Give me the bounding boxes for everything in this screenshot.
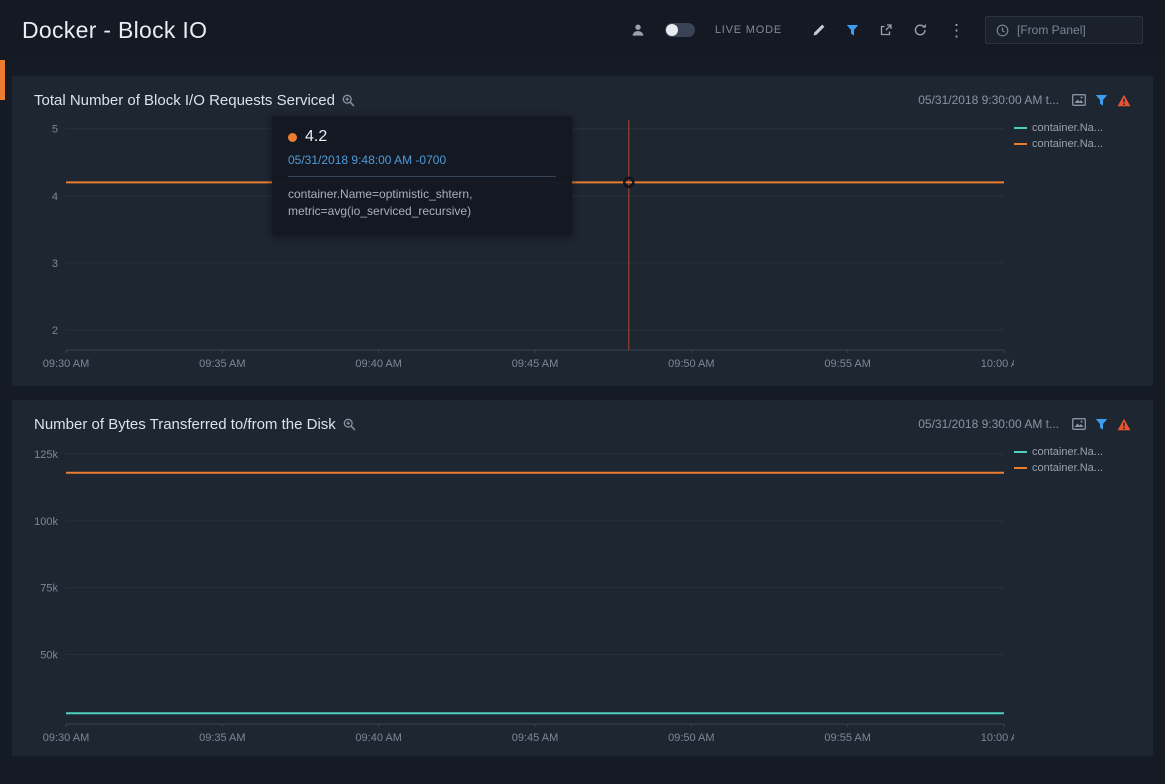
panel-title-text: Total Number of Block I/O Requests Servi…	[34, 92, 335, 109]
panel-header: Number of Bytes Transferred to/from the …	[34, 410, 1131, 438]
legend-label: container.Na...	[1032, 446, 1103, 458]
x-axis-tick-label: 10:00 AM	[981, 358, 1014, 370]
series-dot-icon	[288, 133, 297, 142]
legend-item[interactable]: container.Na...	[1014, 446, 1131, 458]
x-axis-tick-label: 09:55 AM	[824, 358, 870, 370]
chart-area[interactable]: 125k 100k 75k 50k 09:30 AM 09:35 AM 09:40 AM 09…	[34, 438, 1014, 755]
live-mode-label: LIVE MODE	[715, 24, 782, 36]
clock-icon	[996, 24, 1009, 37]
chart-tooltip: 4.2 05/31/2018 9:48:00 AM -0700 containe…	[272, 116, 572, 235]
refresh-icon[interactable]	[913, 23, 928, 37]
panel-title-text: Number of Bytes Transferred to/from the …	[34, 416, 336, 433]
x-axis-tick-label: 09:50 AM	[668, 732, 714, 744]
warning-icon[interactable]	[1117, 94, 1131, 107]
x-axis-tick-label: 09:35 AM	[199, 732, 245, 744]
filter-icon[interactable]	[1095, 418, 1108, 431]
x-axis-tick-label: 09:40 AM	[355, 732, 401, 744]
panel-time-range: 05/31/2018 9:30:00 AM t...	[918, 417, 1059, 431]
tooltip-details: container.Name=optimistic_shtern, metric…	[288, 186, 556, 221]
kebab-menu-icon[interactable]: ⋮	[948, 22, 965, 39]
legend-swatch	[1014, 467, 1027, 469]
legend-swatch	[1014, 451, 1027, 453]
time-scope-selector[interactable]: [From Panel]	[985, 16, 1143, 44]
x-axis-tick-label: 09:40 AM	[355, 358, 401, 370]
top-bar: Docker - Block IO LIVE MODE	[0, 0, 1165, 60]
x-axis-tick-label: 09:35 AM	[199, 358, 245, 370]
x-axis-tick-label: 10:00 AM	[981, 732, 1014, 744]
legend-swatch	[1014, 127, 1027, 129]
y-axis-tick-label: 2	[52, 325, 58, 337]
filter-icon[interactable]	[1095, 94, 1108, 107]
y-axis-tick-label: 75k	[40, 583, 58, 595]
live-mode-toggle[interactable]	[665, 23, 695, 37]
legend-label: container.Na...	[1032, 138, 1103, 150]
x-axis-tick-label: 09:55 AM	[824, 732, 870, 744]
time-scope-value: [From Panel]	[1017, 23, 1086, 37]
toggle-knob	[666, 24, 678, 36]
legend-item[interactable]: container.Na...	[1014, 138, 1131, 150]
panel-block-io-requests: Total Number of Block I/O Requests Servi…	[12, 76, 1153, 386]
legend-label: container.Na...	[1032, 462, 1103, 474]
image-icon[interactable]	[1072, 418, 1086, 430]
tooltip-detail-line: container.Name=optimistic_shtern,	[288, 186, 556, 203]
zoom-icon[interactable]	[343, 418, 356, 431]
chart-legend: container.Na... container.Na...	[1014, 114, 1131, 381]
chart-area[interactable]: 5 4 3 2 09:30 AM 09:35 AM 09:40 AM 09:45 AM 09:5…	[34, 114, 1014, 381]
panel-title: Number of Bytes Transferred to/from the …	[34, 416, 356, 433]
page-title: Docker - Block IO	[22, 17, 207, 44]
warning-icon[interactable]	[1117, 418, 1131, 431]
x-axis-tick-label: 09:30 AM	[43, 358, 89, 370]
x-axis-tick-label: 09:50 AM	[668, 358, 714, 370]
panel-time-range: 05/31/2018 9:30:00 AM t...	[918, 93, 1059, 107]
x-axis-tick-label: 09:45 AM	[512, 732, 558, 744]
panel-body: 125k 100k 75k 50k 09:30 AM 09:35 AM 09:40 AM 09…	[34, 438, 1131, 755]
dashboard-panels: Total Number of Block I/O Requests Servi…	[0, 60, 1165, 756]
edit-icon[interactable]	[812, 23, 826, 37]
y-axis-tick-label: 100k	[34, 516, 58, 528]
image-icon[interactable]	[1072, 94, 1086, 106]
line-chart: 125k 100k 75k 50k 09:30 AM 09:35 AM 09:40 AM 09…	[34, 438, 1014, 750]
y-axis-tick-label: 50k	[40, 650, 58, 662]
dashboard-accent-strip	[0, 60, 5, 100]
legend-swatch	[1014, 143, 1027, 145]
y-axis-tick-label: 3	[52, 258, 58, 270]
tooltip-value-row: 4.2	[288, 128, 556, 146]
panel-meta: 05/31/2018 9:30:00 AM t...	[918, 93, 1131, 107]
y-axis-tick-label: 4	[52, 191, 58, 203]
panel-title: Total Number of Block I/O Requests Servi…	[34, 92, 355, 109]
legend-label: container.Na...	[1032, 122, 1103, 134]
x-axis-tick-label: 09:45 AM	[512, 358, 558, 370]
zoom-icon[interactable]	[342, 94, 355, 107]
y-axis-tick-label: 125k	[34, 449, 58, 461]
legend-item[interactable]: container.Na...	[1014, 462, 1131, 474]
tooltip-detail-line: metric=avg(io_serviced_recursive)	[288, 203, 556, 220]
panel-meta: 05/31/2018 9:30:00 AM t...	[918, 417, 1131, 431]
y-axis-tick-label: 5	[52, 124, 58, 136]
panel-body: 5 4 3 2 09:30 AM 09:35 AM 09:40 AM 09:45 AM 09:5…	[34, 114, 1131, 381]
user-icon[interactable]	[631, 23, 645, 37]
panel-bytes-transferred: Number of Bytes Transferred to/from the …	[12, 400, 1153, 756]
panel-header: Total Number of Block I/O Requests Servi…	[34, 86, 1131, 114]
chart-legend: container.Na... container.Na...	[1014, 438, 1131, 755]
top-bar-actions: LIVE MODE ⋮	[631, 16, 1143, 44]
tooltip-timestamp: 05/31/2018 9:48:00 AM -0700	[288, 153, 556, 177]
legend-item[interactable]: container.Na...	[1014, 122, 1131, 134]
share-icon[interactable]	[879, 23, 893, 37]
filter-icon[interactable]	[846, 24, 859, 37]
x-axis-tick-label: 09:30 AM	[43, 732, 89, 744]
tooltip-value: 4.2	[305, 128, 327, 146]
